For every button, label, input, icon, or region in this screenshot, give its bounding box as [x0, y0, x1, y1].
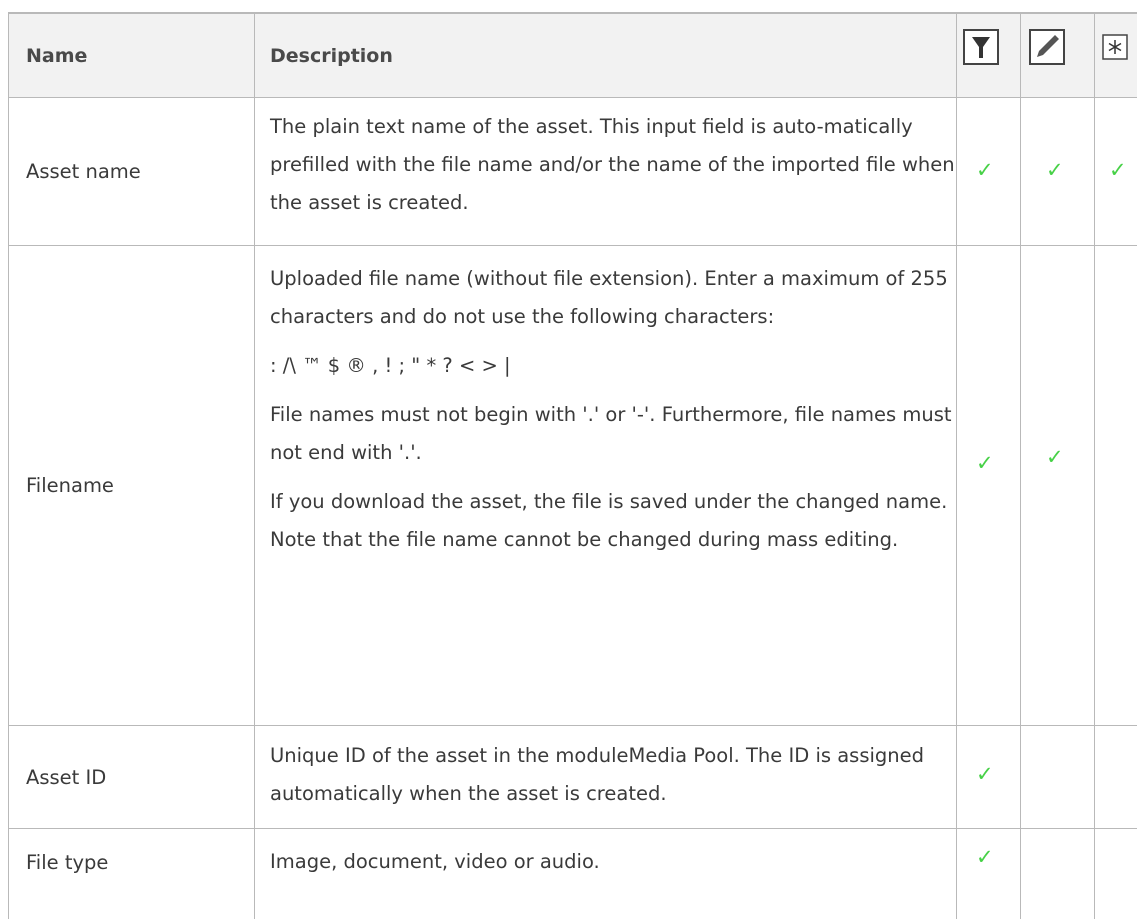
- filter-icon: [963, 29, 999, 65]
- row-description: Uploaded file name (without file extensi…: [270, 260, 960, 559]
- description-text: Uploaded file name (without file extensi…: [270, 267, 948, 328]
- check-icon: ✓: [976, 762, 994, 786]
- check-icon: ✓: [1109, 158, 1127, 182]
- row-description: Unique ID of the asset in the moduleMedi…: [270, 737, 960, 813]
- row-description: Image, document, video or audio.: [270, 843, 960, 881]
- table-row: Asset ID Unique ID of the asset in the m…: [8, 726, 1137, 829]
- check-icon: ✓: [976, 451, 994, 475]
- check-icon: ✓: [1046, 445, 1064, 469]
- check-icon: ✓: [976, 845, 994, 869]
- description-text: Image, document, video or audio.: [270, 850, 600, 873]
- row-name: Asset name: [26, 160, 141, 183]
- row-name: Asset ID: [26, 765, 107, 789]
- row-name: File type: [26, 850, 109, 874]
- row-description: The plain text name of the asset. This i…: [270, 108, 960, 222]
- check-icon: ✓: [1046, 158, 1064, 182]
- description-text: File names must not begin with '.' or '-…: [270, 403, 952, 464]
- table-row: File type Image, document, video or audi…: [8, 829, 1137, 919]
- attributes-table: Name Description Asset name The plain te…: [8, 12, 1137, 919]
- table-header: Name Description: [8, 12, 1137, 98]
- header-name: Name: [26, 44, 88, 67]
- asterisk-icon: [1102, 34, 1128, 60]
- description-text: If you download the asset, the file is s…: [270, 490, 948, 551]
- check-icon: ✓: [976, 158, 994, 182]
- table-row: Asset name The plain text name of the as…: [8, 98, 1137, 246]
- header-description: Description: [270, 44, 393, 67]
- description-text: Unique ID of the asset in the moduleMedi…: [270, 744, 925, 805]
- forbidden-characters: : /\ ™ $ ® , ! ; " * ? < > |: [270, 354, 511, 377]
- table-row: Filename Uploaded file name (without fil…: [8, 246, 1137, 726]
- edit-icon: [1029, 29, 1065, 65]
- row-name: Filename: [26, 474, 114, 497]
- description-text: The plain text name of the asset. This i…: [270, 115, 955, 214]
